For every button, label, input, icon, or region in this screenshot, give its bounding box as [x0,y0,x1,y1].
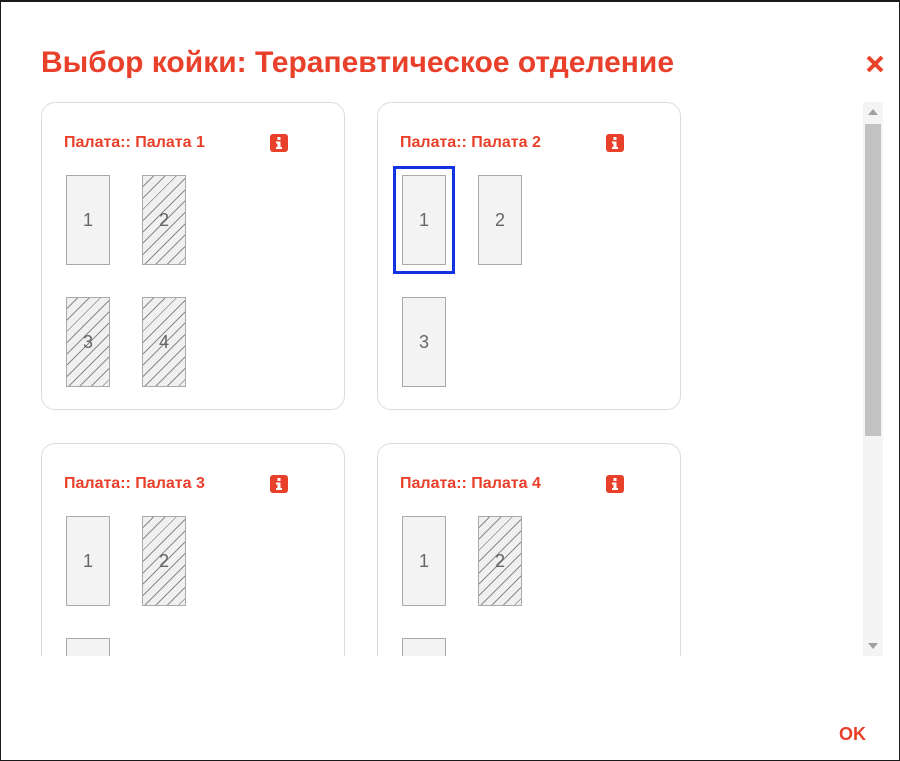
room-label: Палата:: Палата 3 [64,475,205,492]
info-icon[interactable] [606,475,624,493]
bed-free[interactable]: 3 [402,297,446,387]
bed-selected[interactable]: 1 [393,166,455,274]
ok-button[interactable]: OK [839,724,866,745]
dialog-title: Выбор койки: Терапевтическое отделение [41,46,675,79]
scroll-up-arrow-icon[interactable] [863,102,883,122]
bed-occupied[interactable]: 2 [142,516,186,606]
info-icon[interactable] [270,475,288,493]
room-card: Палата:: Палата 4 1 2 [377,443,681,656]
bed-occupied[interactable]: 4 [142,297,186,387]
bed-free[interactable]: 1 [66,175,110,265]
bed-free[interactable]: 1 [402,516,446,606]
bed-free[interactable]: 1 [66,516,110,606]
room-header: Палата:: Палата 1 [64,133,288,153]
room-card: Палата:: Палата 2 1 2 3 [377,102,681,410]
info-icon[interactable] [606,134,624,152]
info-icon[interactable] [270,134,288,152]
vertical-scrollbar[interactable] [863,102,883,656]
room-label: Палата:: Палата 4 [400,475,541,492]
bed-occupied[interactable]: 2 [478,516,522,606]
bed-free[interactable] [66,638,110,656]
scrollbar-thumb[interactable] [865,124,881,436]
room-label: Палата:: Палата 1 [64,134,205,151]
bed-selection-dialog: Выбор койки: Терапевтическое отделение П… [0,0,900,761]
close-icon[interactable] [863,52,887,76]
room-card: Палата:: Палата 1 1 2 3 4 [41,102,345,410]
scroll-down-arrow-icon[interactable] [863,636,883,656]
bed-occupied[interactable]: 2 [142,175,186,265]
bed-occupied[interactable]: 3 [66,297,110,387]
room-card: Палата:: Палата 3 1 2 [41,443,345,656]
bed-free[interactable]: 2 [478,175,522,265]
room-label: Палата:: Палата 2 [400,134,541,151]
room-header: Палата:: Палата 3 [64,474,288,494]
bed-free[interactable] [402,638,446,656]
room-header: Палата:: Палата 4 [400,474,624,494]
rooms-scroll-area[interactable]: Палата:: Палата 1 1 2 3 4 Палата:: Палат… [41,102,851,656]
room-header: Палата:: Палата 2 [400,133,624,153]
